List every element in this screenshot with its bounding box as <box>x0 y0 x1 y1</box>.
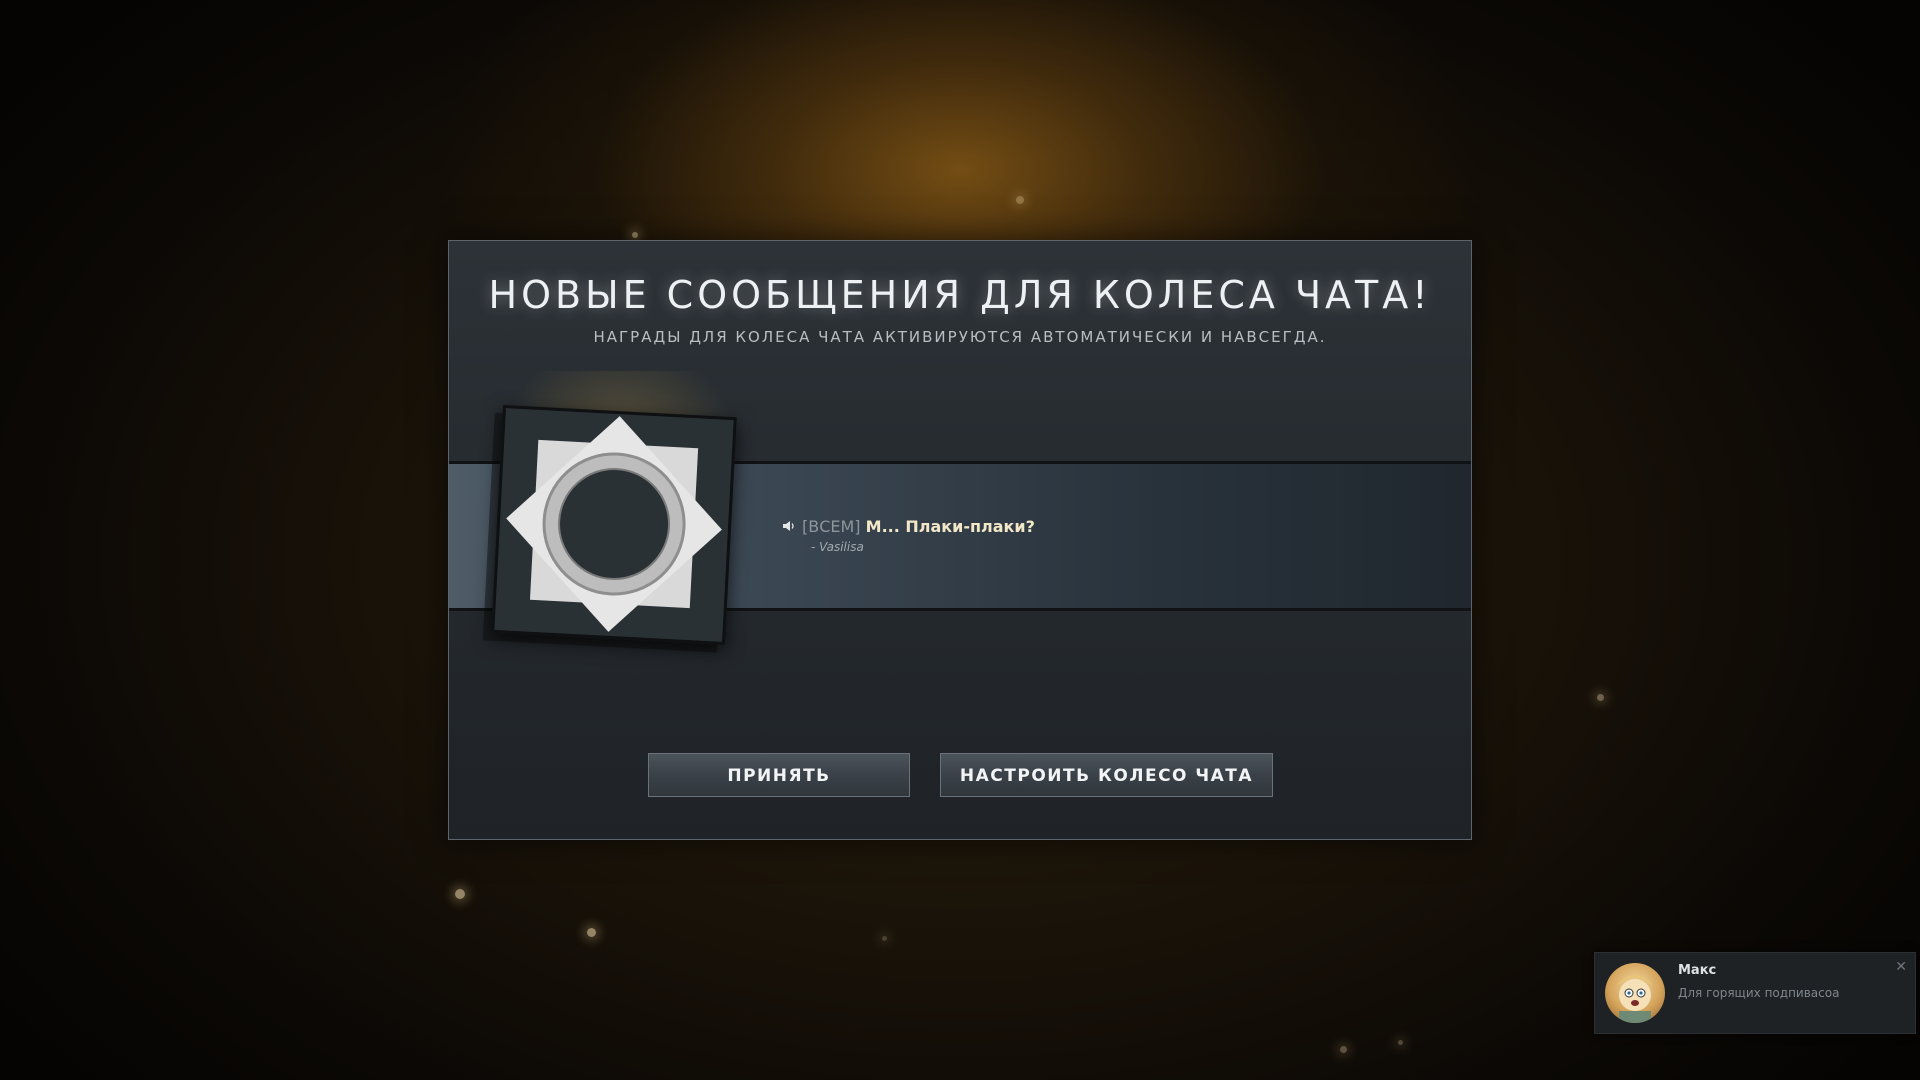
chat-wheel-sun-icon <box>506 416 722 632</box>
configure-chat-wheel-button[interactable]: НАСТРОИТЬ КОЛЕСО ЧАТА <box>940 753 1273 797</box>
chat-message-text: М... Плаки-плаки? <box>865 517 1035 536</box>
chat-message-author: - Vasilisa <box>811 540 864 554</box>
chat-message-line: [ВСЕМ] М... Плаки-плаки? <box>782 517 1035 537</box>
light-mote <box>1398 1040 1403 1045</box>
light-mote <box>1016 196 1024 204</box>
notification-message: Для горящих подпивасоа <box>1678 986 1840 1000</box>
avatar <box>1605 963 1665 1023</box>
chat-wheel-reward-dialog: НОВЫЕ СООБЩЕНИЯ ДЛЯ КОЛЕСА ЧАТА! НАГРАДЫ… <box>448 240 1472 840</box>
close-icon[interactable]: ✕ <box>1895 959 1907 975</box>
light-mote <box>455 889 465 899</box>
dialog-title: НОВЫЕ СООБЩЕНИЯ ДЛЯ КОЛЕСА ЧАТА! <box>488 273 1432 317</box>
light-mote <box>1340 1046 1347 1053</box>
notification-sender-name: Макс <box>1678 963 1717 978</box>
friend-notification[interactable]: Макс Для горящих подпивасоа ✕ <box>1594 952 1916 1034</box>
chat-channel-tag: [ВСЕМ] <box>802 517 861 536</box>
chat-wheel-icon-frame <box>491 405 737 645</box>
light-mote <box>1597 694 1604 701</box>
light-mote <box>632 232 638 238</box>
dialog-subtitle: НАГРАДЫ ДЛЯ КОЛЕСА ЧАТА АКТИВИРУЮТСЯ АВТ… <box>593 328 1327 346</box>
speaker-icon[interactable] <box>782 518 796 537</box>
accept-button[interactable]: ПРИНЯТЬ <box>648 753 910 797</box>
light-mote <box>587 928 596 937</box>
light-mote <box>882 936 887 941</box>
